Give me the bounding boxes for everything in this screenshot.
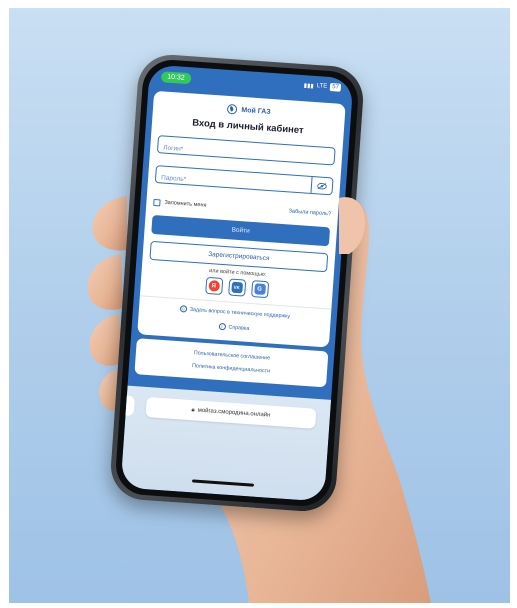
browser-toolbar: 🔒︎ мойгаз.смородина.онлайн [120, 385, 332, 502]
login-card: Мой ГАЗ Вход в личный кабинет Логин* Зап… [137, 90, 346, 348]
url-text: мойгаз.смородина.онлайн [197, 407, 271, 419]
toggle-password-button[interactable] [310, 176, 333, 195]
yandex-login-button[interactable]: Я [204, 276, 223, 295]
gosuslugi-login-button[interactable]: G [250, 280, 269, 299]
password-field[interactable] [154, 165, 334, 196]
network-type: LTE [316, 83, 328, 90]
remember-me-checkbox[interactable]: Запомнить меня [153, 198, 207, 209]
support-label: Задать вопрос в техническую поддержку [189, 306, 291, 320]
gosuslugi-icon: G [253, 283, 266, 295]
vk-login-button[interactable]: VK [227, 278, 246, 297]
status-indicators: ▮▮▮ LTE 57 [304, 81, 342, 92]
reference-label: Справка [228, 324, 250, 332]
logo-text: Мой ГАЗ [241, 106, 271, 116]
login-field[interactable] [156, 135, 336, 168]
password-input[interactable] [155, 169, 298, 196]
home-indicator[interactable] [191, 479, 255, 487]
photo-background: 10:32 ▮▮▮ LTE 57 Мой ГАЗ Вход в личный к… [9, 8, 510, 603]
phone-screen: 10:32 ▮▮▮ LTE 57 Мой ГАЗ Вход в личный к… [120, 64, 354, 502]
eye-icon [317, 182, 327, 189]
gas-flame-icon [227, 103, 238, 115]
previous-tab[interactable] [120, 395, 135, 417]
remember-me-label: Запомнить меня [164, 199, 207, 209]
status-time: 10:32 [160, 71, 192, 85]
vk-icon: VK [230, 281, 243, 294]
checkbox-box[interactable] [153, 198, 161, 206]
headset-icon: ☺ [179, 305, 188, 313]
address-bar[interactable]: 🔒︎ мойгаз.смородина.онлайн [145, 396, 317, 429]
signal-icon: ▮▮▮ [303, 82, 314, 90]
login-input[interactable] [157, 139, 335, 168]
lock-icon: 🔒︎ [191, 406, 195, 413]
login-button[interactable]: Войти [151, 214, 331, 247]
info-icon: i [218, 322, 226, 331]
forgot-password-link[interactable]: Забыли пароль? [288, 208, 331, 217]
phone-bezel: 10:32 ▮▮▮ LTE 57 Мой ГАЗ Вход в личный к… [114, 57, 360, 509]
smartphone: 10:32 ▮▮▮ LTE 57 Мой ГАЗ Вход в личный к… [108, 52, 366, 514]
yandex-icon: Я [207, 280, 220, 292]
battery-level: 57 [329, 83, 342, 92]
